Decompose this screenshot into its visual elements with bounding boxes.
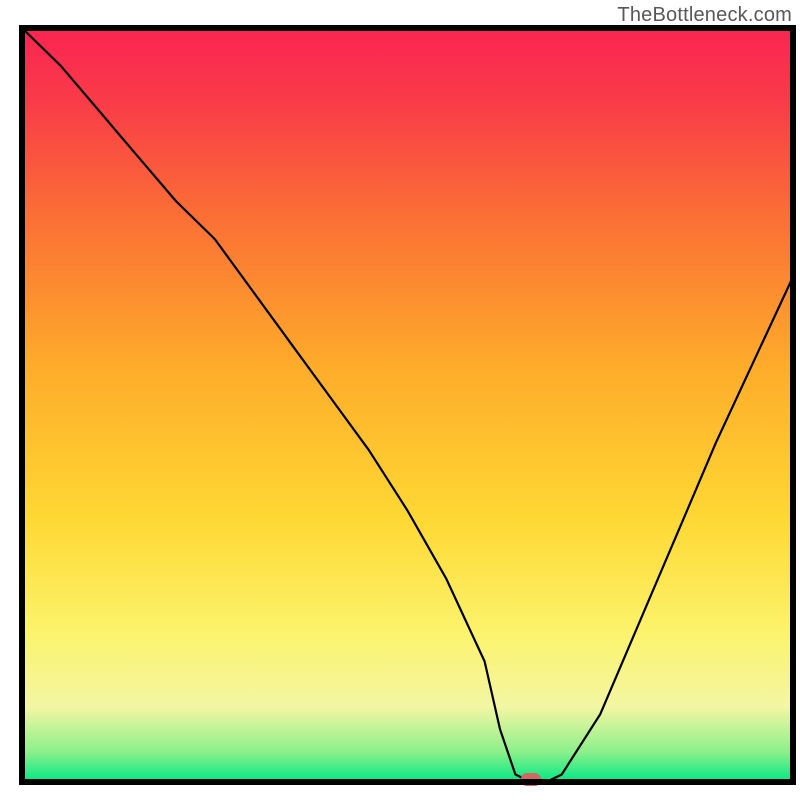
watermark-text: TheBottleneck.com xyxy=(617,4,792,27)
plot-background xyxy=(22,28,793,782)
bottleneck-chart xyxy=(0,0,800,800)
